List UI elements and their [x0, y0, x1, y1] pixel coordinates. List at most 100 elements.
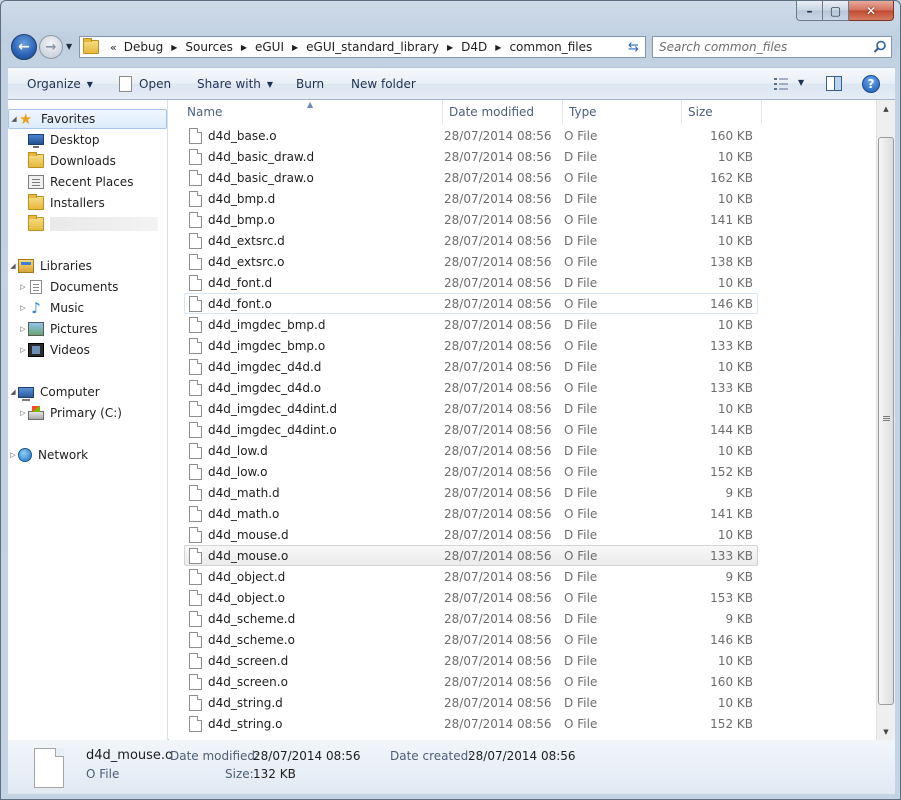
- file-size: 152 KB: [710, 716, 753, 731]
- scroll-up-arrow-icon[interactable]: ▲: [877, 100, 895, 117]
- view-options-dropdown-icon[interactable]: ▼: [798, 78, 804, 87]
- breadcrumb-sources[interactable]: Sources: [183, 40, 234, 54]
- file-row[interactable]: d4d_bmp.d 28/07/2014 08:56 D File 10 KB: [184, 188, 758, 209]
- back-button[interactable]: ←: [11, 34, 37, 60]
- file-date-modified: 28/07/2014 08:56: [444, 485, 552, 500]
- collapse-arrow-icon[interactable]: ◢: [8, 388, 18, 396]
- file-row[interactable]: d4d_extsrc.d 28/07/2014 08:56 D File 10 KB: [184, 230, 758, 251]
- expand-arrow-icon[interactable]: ▷: [18, 325, 28, 333]
- file-row[interactable]: d4d_screen.o 28/07/2014 08:56 O File 160 KB: [184, 671, 758, 692]
- file-row[interactable]: d4d_imgdec_d4dint.d 28/07/2014 08:56 D Fil…: [184, 398, 758, 419]
- column-header-date-modified[interactable]: Date modified: [443, 100, 563, 125]
- file-row[interactable]: d4d_imgdec_bmp.o 28/07/2014 08:56 O File 13…: [184, 335, 758, 356]
- file-row[interactable]: d4d_imgdec_d4d.d 28/07/2014 08:56 D File 10…: [184, 356, 758, 377]
- nav-item-redacted[interactable]: [8, 214, 167, 234]
- search-input[interactable]: [653, 37, 863, 57]
- drive-icon: [28, 405, 44, 420]
- breadcrumb-separator-icon[interactable]: ▶: [165, 43, 183, 52]
- open-button[interactable]: Open: [119, 68, 171, 100]
- nav-item-documents[interactable]: ▷ Documents: [8, 277, 167, 297]
- expand-arrow-icon[interactable]: ▷: [18, 283, 28, 291]
- nav-item-desktop[interactable]: Desktop: [8, 130, 167, 150]
- file-row[interactable]: d4d_font.o 28/07/2014 08:56 O File 146 KB: [184, 293, 758, 314]
- file-row[interactable]: d4d_low.d 28/07/2014 08:56 D File 10 KB: [184, 440, 758, 461]
- file-row[interactable]: d4d_bmp.o 28/07/2014 08:56 O File 141 KB: [184, 209, 758, 230]
- expand-arrow-icon[interactable]: ▷: [18, 304, 28, 312]
- breadcrumb-common-files[interactable]: common_files: [507, 40, 594, 54]
- nav-item-network[interactable]: ▷ Network: [8, 445, 167, 465]
- file-size: 10 KB: [717, 149, 753, 164]
- breadcrumb-egui-standard-library[interactable]: eGUI_standard_library: [304, 40, 441, 54]
- search-box[interactable]: [652, 36, 892, 58]
- file-row[interactable]: d4d_font.d 28/07/2014 08:56 D File 10 KB: [184, 272, 758, 293]
- file-type: O File: [564, 464, 598, 479]
- forward-button[interactable]: →: [39, 35, 63, 59]
- file-row[interactable]: d4d_scheme.d 28/07/2014 08:56 D File 9 KB: [184, 608, 758, 629]
- help-icon[interactable]: ?: [862, 75, 880, 93]
- search-icon[interactable]: [873, 40, 887, 54]
- scrollbar-thumb[interactable]: [878, 137, 894, 705]
- vertical-scrollbar[interactable]: ▲ ▼: [876, 100, 895, 740]
- file-row[interactable]: d4d_string.o 28/07/2014 08:56 O File 152 KB: [184, 713, 758, 734]
- expand-arrow-icon[interactable]: ▷: [18, 346, 28, 354]
- file-row[interactable]: d4d_imgdec_d4d.o 28/07/2014 08:56 O File 13…: [184, 377, 758, 398]
- breadcrumb-separator-icon[interactable]: ▶: [489, 43, 507, 52]
- breadcrumb-separator-icon[interactable]: ▶: [286, 43, 304, 52]
- nav-item-videos[interactable]: ▷ Videos: [8, 340, 167, 360]
- column-header-type[interactable]: Type: [563, 100, 682, 125]
- file-row[interactable]: d4d_basic_draw.o 28/07/2014 08:56 O File 16…: [184, 167, 758, 188]
- new-folder-button[interactable]: New folder: [351, 68, 416, 100]
- scroll-down-arrow-icon[interactable]: ▼: [877, 723, 895, 740]
- column-header-size[interactable]: Size: [682, 100, 762, 125]
- share-with-button[interactable]: Share with ▼: [197, 68, 273, 100]
- file-row[interactable]: d4d_imgdec_d4dint.o 28/07/2014 08:56 O Fil…: [184, 419, 758, 440]
- file-type: O File: [564, 128, 598, 143]
- minimize-button[interactable]: –: [796, 1, 823, 21]
- file-row[interactable]: d4d_base.o 28/07/2014 08:56 O File 160 KB: [184, 125, 758, 146]
- breadcrumb-d4d[interactable]: D4D: [459, 40, 489, 54]
- nav-item-libraries[interactable]: ◢ Libraries: [8, 256, 167, 276]
- organize-button[interactable]: Organize ▼: [27, 68, 93, 100]
- file-row[interactable]: d4d_imgdec_bmp.d 28/07/2014 08:56 D File 10…: [184, 314, 758, 335]
- column-header-row: ▲ Name Date modified Type Size: [169, 100, 876, 125]
- address-bar[interactable]: « Debug ▶ Sources ▶ eGUI ▶ eGUI_standard…: [79, 36, 646, 58]
- breadcrumb-egui[interactable]: eGUI: [253, 40, 286, 54]
- expand-arrow-icon[interactable]: ▷: [8, 451, 18, 459]
- preview-pane-icon[interactable]: [826, 76, 842, 91]
- collapse-arrow-icon[interactable]: ◢: [9, 115, 19, 123]
- address-overflow-chevron[interactable]: «: [105, 41, 122, 54]
- collapse-arrow-icon[interactable]: ◢: [8, 262, 18, 270]
- nav-item-favorites[interactable]: ◢ ★ Favorites: [8, 109, 167, 129]
- nav-item-recent-places[interactable]: Recent Places: [8, 172, 167, 192]
- nav-item-downloads[interactable]: Downloads: [8, 151, 167, 171]
- file-row[interactable]: d4d_mouse.o 28/07/2014 08:56 O File 133 KB: [184, 545, 758, 566]
- breadcrumb-separator-icon[interactable]: ▶: [441, 43, 459, 52]
- maximize-button[interactable]: ▢: [823, 1, 849, 21]
- burn-button[interactable]: Burn: [296, 68, 324, 100]
- file-row[interactable]: d4d_object.o 28/07/2014 08:56 O File 153 KB: [184, 587, 758, 608]
- file-row[interactable]: d4d_extsrc.o 28/07/2014 08:56 O File 138 KB: [184, 251, 758, 272]
- file-row[interactable]: d4d_string.d 28/07/2014 08:56 D File 10 KB: [184, 692, 758, 713]
- change-view-icon[interactable]: [774, 77, 788, 91]
- refresh-button[interactable]: ⇆: [622, 36, 646, 58]
- nav-item-music[interactable]: ▷ ♪ Music: [8, 298, 167, 318]
- nav-item-primary-drive[interactable]: ▷ Primary (C:): [8, 403, 167, 423]
- file-row[interactable]: d4d_math.o 28/07/2014 08:56 O File 141 KB: [184, 503, 758, 524]
- recent-pages-dropdown-icon[interactable]: ▼: [66, 42, 72, 51]
- nav-item-pictures[interactable]: ▷ Pictures: [8, 319, 167, 339]
- downloads-folder-icon: [28, 152, 44, 168]
- breadcrumb-debug[interactable]: Debug: [122, 40, 165, 54]
- file-row[interactable]: d4d_screen.d 28/07/2014 08:56 D File 10 KB: [184, 650, 758, 671]
- column-header-name[interactable]: ▲ Name: [169, 100, 443, 125]
- file-row[interactable]: d4d_low.o 28/07/2014 08:56 O File 152 KB: [184, 461, 758, 482]
- nav-item-installers[interactable]: Installers: [8, 193, 167, 213]
- close-button[interactable]: ✕: [849, 1, 894, 21]
- file-row[interactable]: d4d_basic_draw.d 28/07/2014 08:56 D File 10…: [184, 146, 758, 167]
- file-row[interactable]: d4d_mouse.d 28/07/2014 08:56 D File 10 KB: [184, 524, 758, 545]
- file-row[interactable]: d4d_object.d 28/07/2014 08:56 D File 9 KB: [184, 566, 758, 587]
- expand-arrow-icon[interactable]: ▷: [18, 409, 28, 417]
- nav-item-computer[interactable]: ◢ Computer: [8, 382, 167, 402]
- breadcrumb-separator-icon[interactable]: ▶: [235, 43, 253, 52]
- file-row[interactable]: d4d_scheme.o 28/07/2014 08:56 O File 146 KB: [184, 629, 758, 650]
- file-row[interactable]: d4d_math.d 28/07/2014 08:56 D File 9 KB: [184, 482, 758, 503]
